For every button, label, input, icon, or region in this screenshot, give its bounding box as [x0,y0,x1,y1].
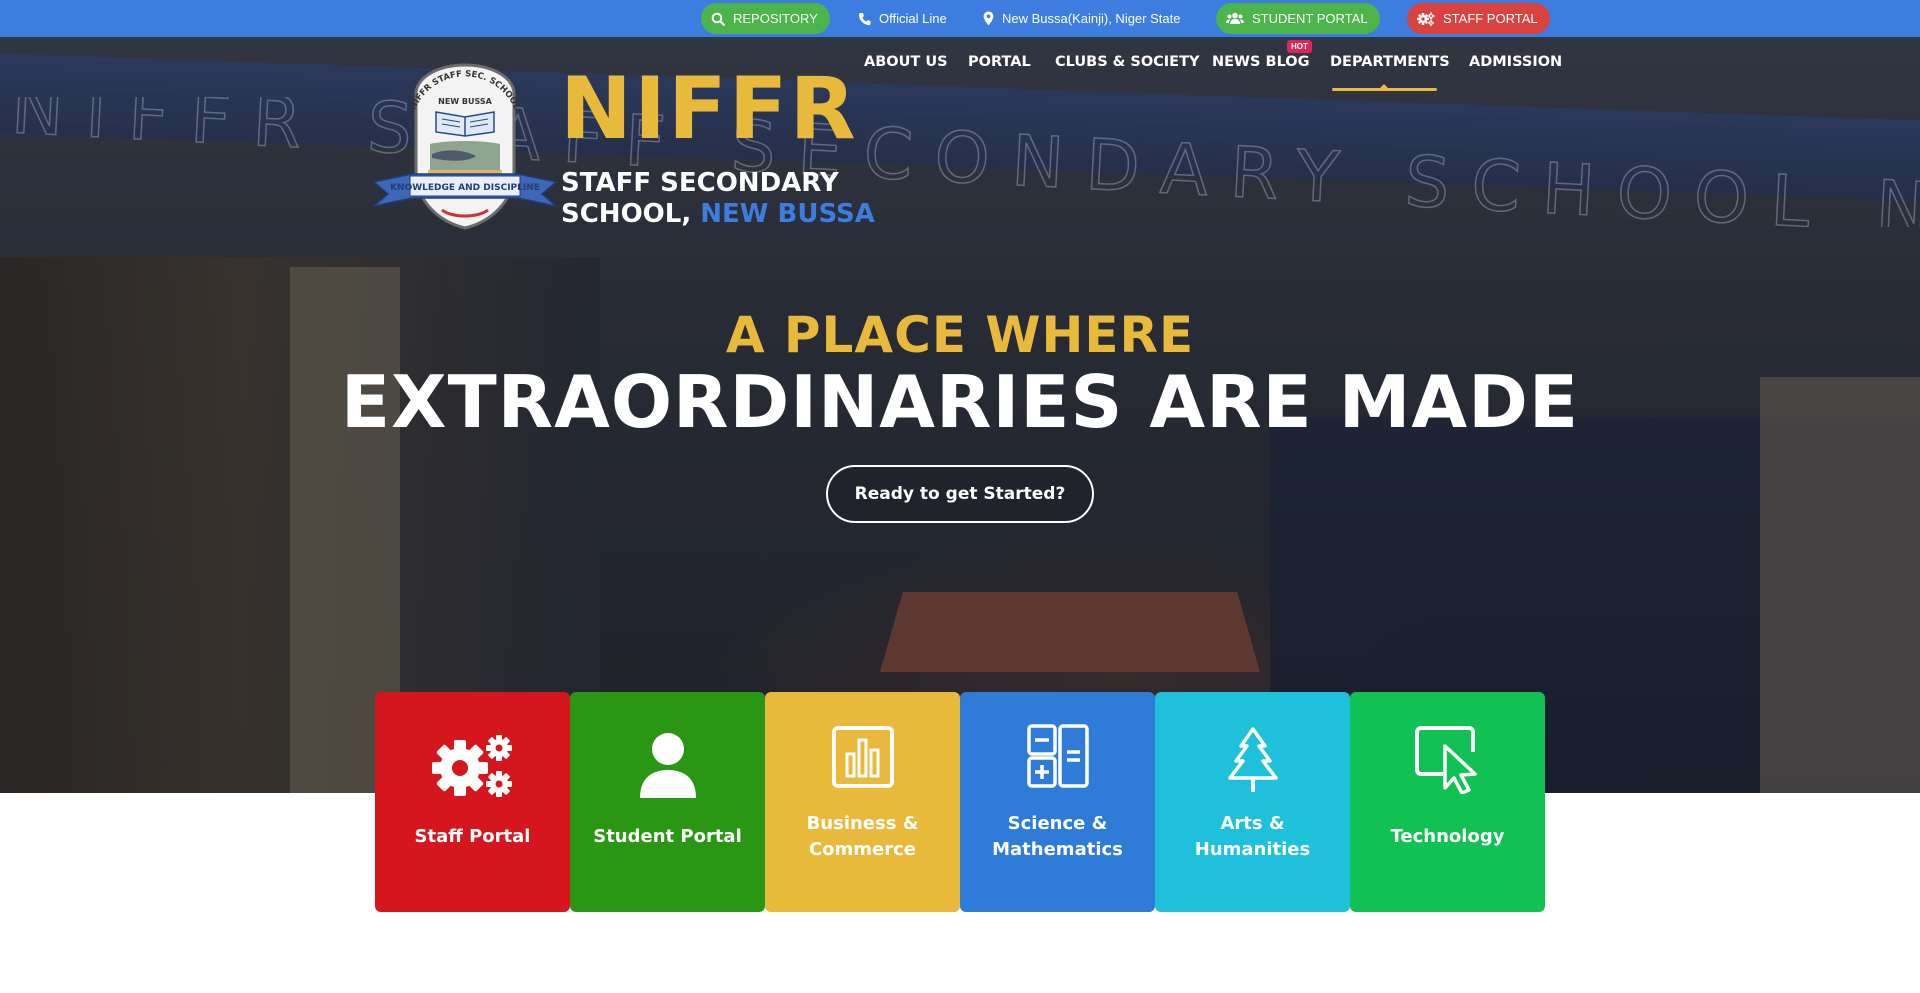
phone-icon [858,12,871,25]
nav-clubs-society[interactable]: CLUBS & SOCIETY [1055,50,1199,74]
tree-icon [1227,727,1278,792]
card-label: Student Portal [593,826,742,847]
map-pin-icon [983,11,994,26]
student-portal-top-label: STUDENT PORTAL [1252,11,1368,26]
nav-active-underline [1332,88,1437,91]
user-icon [639,733,696,798]
repository-label: REPOSITORY [733,11,818,26]
svg-text:KNOWLEDGE AND DISCIPLINE: KNOWLEDGE AND DISCIPLINE [390,183,540,193]
cursor-icon [1414,726,1477,794]
cogs-icon [431,735,512,797]
card-science-mathematics[interactable]: Science & Mathematics [960,692,1155,912]
get-started-button[interactable]: Ready to get Started? [826,465,1094,523]
top-bar: REPOSITORY Official Line New Bussa(Kainj… [0,0,1920,37]
card-staff-portal[interactable]: Staff Portal [375,692,570,912]
hero-roof [880,592,1260,672]
card-student-portal[interactable]: Student Portal [570,692,765,912]
nav-news-blog[interactable]: NEWS BLOG [1212,50,1310,74]
calculator-icon [1026,724,1089,788]
card-label: Technology [1390,826,1505,847]
school-logo[interactable]: NIFFR STAFF SEC. SCHOOL NEW BUSSA KNOWLE… [372,62,558,232]
nav-about-us[interactable]: ABOUT US [864,50,948,74]
brand-subtitle-line1: STAFF SECONDARY [561,168,839,198]
card-label: Arts & Humanities [1194,813,1311,860]
card-label: Staff Portal [414,826,531,847]
bar-chart-icon [831,726,894,788]
card-business-commerce[interactable]: Business & Commerce [765,692,960,912]
svg-text:NIFFR STAFF SECONDARY SCHOOL N: NIFFR STAFF SECONDARY SCHOOL NEW BUSSA [9,97,1920,227]
repository-button[interactable]: REPOSITORY [701,3,830,34]
search-icon [711,12,725,26]
nav-portal[interactable]: PORTAL [968,50,1031,74]
staff-portal-top-button[interactable]: STAFF PORTAL [1407,3,1550,34]
hero-pillar-right [1760,377,1920,793]
brand-subtitle: STAFF SECONDARY SCHOOL, NEW BUSSA [561,168,875,230]
location-link[interactable]: New Bussa(Kainji), Niger State [983,0,1180,37]
staff-portal-top-label: STAFF PORTAL [1443,11,1538,26]
nav-admission[interactable]: ADMISSION [1469,50,1562,74]
card-label: Science & Mathematics [992,813,1123,860]
cogs-icon [1417,11,1435,26]
card-label: Business & Commerce [806,813,919,860]
brand-subtitle-prefix: SCHOOL, [561,199,692,229]
users-icon [1226,12,1244,24]
hot-badge: HOT [1287,40,1312,53]
main-nav: ABOUT US PORTAL CLUBS & SOCIETY NEWS BLO… [0,50,1920,80]
official-line-label: Official Line [879,11,947,26]
hero-arch-lettering: NIFFR STAFF SECONDARY SCHOOL NEW BUSSA [9,97,1920,227]
card-arts-humanities[interactable]: Arts & Humanities [1155,692,1350,912]
svg-text:NEW BUSSA: NEW BUSSA [438,97,493,106]
hero-tagline-1: A PLACE WHERE [725,306,1195,364]
hero-tagline-2: EXTRAORDINARIES ARE MADE [340,360,1580,444]
location-label: New Bussa(Kainji), Niger State [1002,11,1181,26]
card-technology[interactable]: Technology [1350,692,1545,912]
brand-subtitle-accent: NEW BUSSA [700,199,875,229]
nav-departments[interactable]: DEPARTMENTS [1330,50,1450,74]
official-line-link[interactable]: Official Line [858,0,947,37]
brand-subtitle-line2: SCHOOL, NEW BUSSA [561,199,875,230]
student-portal-top-button[interactable]: STUDENT PORTAL [1216,3,1380,34]
